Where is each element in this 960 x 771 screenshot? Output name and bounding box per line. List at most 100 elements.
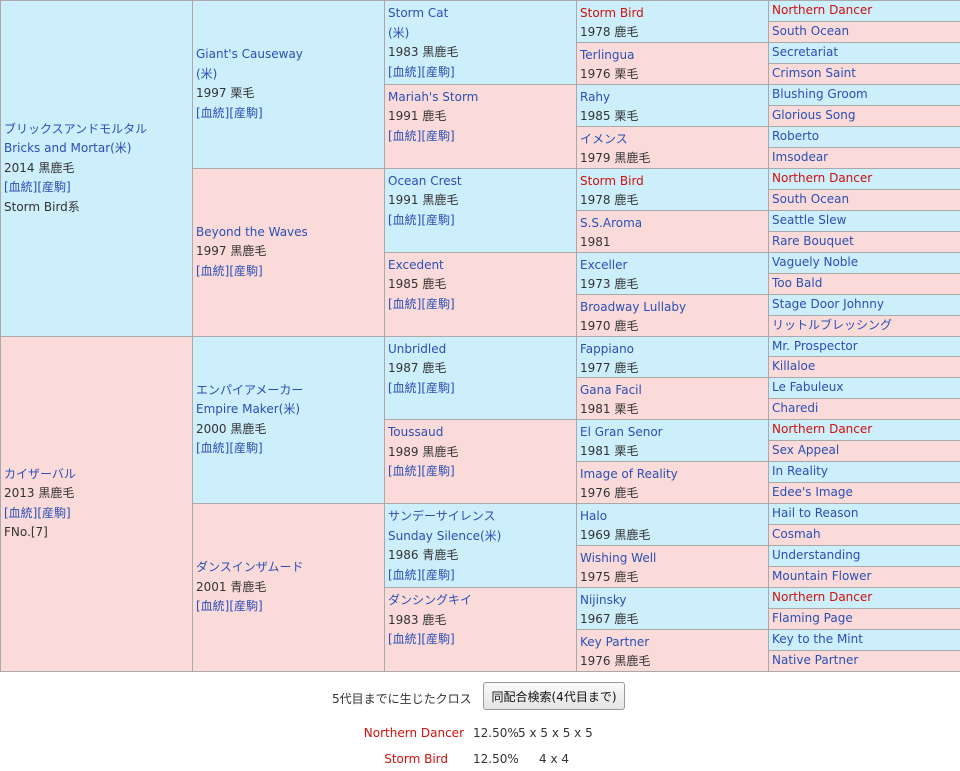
bloodline-link[interactable]: [血統] — [196, 599, 229, 613]
bloodline-link[interactable]: [血統] — [388, 65, 421, 79]
horse-name[interactable]: Glorious Song — [772, 108, 855, 122]
horse-name[interactable]: Le Fabuleux — [772, 380, 843, 394]
horse-name[interactable]: リットルブレッシング — [772, 318, 892, 332]
foal-link[interactable]: [産駒] — [37, 180, 70, 194]
horse-name-en[interactable]: Excedent — [388, 258, 444, 272]
horse-name[interactable]: Vaguely Noble — [772, 255, 858, 269]
horse-name[interactable]: Halo — [580, 509, 607, 523]
horse-name[interactable]: Exceller — [580, 258, 627, 272]
foal-link[interactable]: [産駒] — [421, 632, 454, 646]
horse-name[interactable]: カイザーバル — [4, 467, 76, 481]
pedigree-cell-g5: Sex Appeal — [768, 440, 960, 463]
horse-name[interactable]: Wishing Well — [580, 551, 656, 565]
bloodline-link[interactable]: [血統] — [388, 464, 421, 478]
bloodline-link[interactable]: [血統] — [388, 632, 421, 646]
horse-name[interactable]: Storm Bird — [580, 174, 644, 188]
horse-name[interactable]: Storm Bird — [580, 6, 644, 20]
horse-name[interactable]: In Reality — [772, 464, 828, 478]
horse-name-en[interactable]: Giant's Causeway — [196, 47, 303, 61]
horse-name[interactable]: Cosmah — [772, 527, 821, 541]
bloodline-link[interactable]: [血統] — [4, 506, 37, 520]
horse-name[interactable]: Crimson Saint — [772, 66, 856, 80]
foal-link[interactable]: [産駒] — [421, 464, 454, 478]
bloodline-link[interactable]: [血統] — [388, 213, 421, 227]
foal-link[interactable]: [産駒] — [37, 506, 70, 520]
horse-name[interactable]: イメンス — [580, 132, 628, 146]
horse-country[interactable]: (米) — [388, 26, 409, 40]
same-mating-search-button[interactable]: 同配合検索(4代目まで) — [483, 682, 625, 710]
foal-link[interactable]: [産駒] — [421, 213, 454, 227]
foal-link[interactable]: [産駒] — [229, 599, 262, 613]
horse-name[interactable]: Gana Facil — [580, 383, 642, 397]
horse-name[interactable]: ダンシングキイ — [388, 593, 472, 607]
bloodline-link[interactable]: [血統] — [388, 568, 421, 582]
horse-name[interactable]: Seattle Slew — [772, 213, 846, 227]
foal-link[interactable]: [産駒] — [421, 381, 454, 395]
horse-name[interactable]: Too Bald — [772, 276, 822, 290]
horse-name[interactable]: Imsodear — [772, 150, 828, 164]
horse-name-en[interactable]: Sunday Silence(米) — [388, 529, 501, 543]
horse-name-en[interactable]: Empire Maker(米) — [196, 402, 300, 416]
horse-name[interactable]: Broadway Lullaby — [580, 300, 686, 314]
bloodline-link[interactable]: [血統] — [4, 180, 37, 194]
horse-name[interactable]: El Gran Senor — [580, 425, 663, 439]
horse-name-en[interactable]: Ocean Crest — [388, 174, 462, 188]
bloodline-link[interactable]: [血統] — [388, 129, 421, 143]
horse-name[interactable]: Sex Appeal — [772, 443, 839, 457]
horse-name-en[interactable]: Storm Cat — [388, 6, 448, 20]
cross-horse-name[interactable]: Storm Bird — [328, 752, 448, 766]
bloodline-link[interactable]: [血統] — [196, 264, 229, 278]
horse-name[interactable]: Mr. Prospector — [772, 339, 858, 353]
cross-horse-name[interactable]: Northern Dancer — [344, 726, 464, 740]
horse-name[interactable]: エンパイアメーカー — [196, 383, 303, 397]
horse-name[interactable]: Native Partner — [772, 653, 858, 667]
horse-name[interactable]: Northern Dancer — [772, 422, 872, 436]
horse-name[interactable]: Northern Dancer — [772, 3, 872, 17]
horse-name-en[interactable]: Beyond the Waves — [196, 225, 308, 239]
horse-name[interactable]: ダンスインザムード — [196, 560, 304, 574]
horse-name[interactable]: Mountain Flower — [772, 569, 871, 583]
horse-name[interactable]: Hail to Reason — [772, 506, 858, 520]
horse-name[interactable]: Understanding — [772, 548, 860, 562]
horse-name[interactable]: サンデーサイレンス — [388, 509, 496, 523]
foal-link[interactable]: [産駒] — [229, 441, 262, 455]
foal-link[interactable]: [産駒] — [421, 297, 454, 311]
bloodline-link[interactable]: [血統] — [196, 106, 229, 120]
horse-name[interactable]: Killaloe — [772, 359, 815, 373]
horse-name[interactable]: S.S.Aroma — [580, 216, 642, 230]
horse-name[interactable]: ブリックスアンドモルタル — [4, 122, 147, 136]
bloodline-link[interactable]: [血統] — [196, 441, 229, 455]
foal-link[interactable]: [産駒] — [421, 129, 454, 143]
bloodline-link[interactable]: [血統] — [388, 381, 421, 395]
horse-name[interactable]: Charedi — [772, 401, 818, 415]
foal-link[interactable]: [産駒] — [421, 65, 454, 79]
horse-country[interactable]: (米) — [196, 67, 217, 81]
horse-name[interactable]: Roberto — [772, 129, 819, 143]
pedigree-cell-g5: Mr. Prospector — [768, 335, 960, 358]
horse-name[interactable]: Secretariat — [772, 45, 838, 59]
horse-name[interactable]: Flaming Page — [772, 611, 853, 625]
horse-name[interactable]: Rahy — [580, 90, 610, 104]
bloodline-link[interactable]: [血統] — [388, 297, 421, 311]
horse-name-en[interactable]: Mariah's Storm — [388, 90, 478, 104]
horse-name-en[interactable]: Toussaud — [388, 425, 443, 439]
horse-name[interactable]: Terlingua — [580, 48, 634, 62]
horse-name-en[interactable]: Bricks and Mortar(米) — [4, 141, 132, 155]
foal-link[interactable]: [産駒] — [229, 106, 262, 120]
horse-name[interactable]: Fappiano — [580, 342, 634, 356]
horse-name[interactable]: Nijinsky — [580, 593, 626, 607]
horse-name[interactable]: Northern Dancer — [772, 590, 872, 604]
foal-link[interactable]: [産駒] — [229, 264, 262, 278]
horse-name-en[interactable]: Unbridled — [388, 342, 446, 356]
horse-name[interactable]: Key Partner — [580, 635, 649, 649]
horse-name[interactable]: Stage Door Johnny — [772, 297, 884, 311]
horse-name[interactable]: Key to the Mint — [772, 632, 863, 646]
horse-name[interactable]: South Ocean — [772, 192, 849, 206]
foal-link[interactable]: [産駒] — [421, 568, 454, 582]
horse-name[interactable]: Blushing Groom — [772, 87, 868, 101]
horse-name[interactable]: Image of Reality — [580, 467, 678, 481]
horse-name[interactable]: Rare Bouquet — [772, 234, 854, 248]
horse-name[interactable]: Northern Dancer — [772, 171, 872, 185]
horse-name[interactable]: South Ocean — [772, 24, 849, 38]
horse-name[interactable]: Edee's Image — [772, 485, 853, 499]
